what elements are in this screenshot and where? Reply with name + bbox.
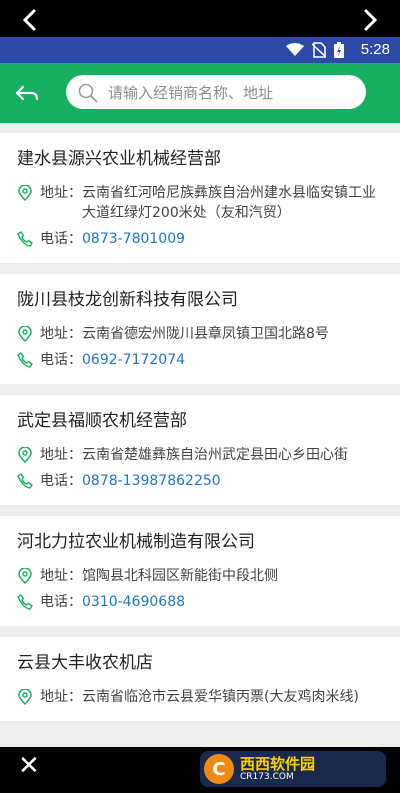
phone-row: 电话： 0692-7172074 <box>17 350 384 370</box>
dealer-name: 武定县福顺农机经营部 <box>17 411 187 431</box>
dealer-card[interactable]: 云县大丰收农机店 地址： 云南省临沧市云县爱华镇丙票(大友鸡肉米线) <box>0 637 400 721</box>
dealer-list: 建水县源兴农业机械经营部 地址： 云南省红河哈尼族彝族自治州建水县临安镇工业大道… <box>0 133 400 732</box>
phone-icon <box>17 473 33 489</box>
phone-icon <box>17 594 33 610</box>
dealer-name: 建水县源兴农业机械经营部 <box>17 149 221 169</box>
no-sim-icon <box>312 42 326 58</box>
location-pin-icon <box>18 689 32 705</box>
address-label: 地址： <box>40 185 82 201</box>
location-pin-icon <box>18 447 32 463</box>
next-arrow-icon[interactable] <box>358 8 382 32</box>
back-arrow-icon[interactable] <box>14 81 40 107</box>
address-row: 地址： 馆陶县北科园区新能街中段北侧 <box>17 566 384 586</box>
battery-charging-icon <box>334 42 344 58</box>
status-icons <box>286 42 344 58</box>
address-value: 云南省红河哈尼族彝族自治州建水县临安镇工业大道红绿灯200米处（友和汽贸） <box>82 185 376 221</box>
phone-link[interactable]: 0878-13987862250 <box>82 471 221 491</box>
location-pin-icon <box>18 568 32 584</box>
address-label: 地址： <box>40 568 82 584</box>
address-value: 云南省德宏州陇川县章凤镇卫国北路8号 <box>82 326 329 342</box>
dealer-card[interactable]: 陇川县枝龙创新科技有限公司 地址： 云南省德宏州陇川县章凤镇卫国北路8号 电话：… <box>0 274 400 384</box>
top-overlay-bar <box>0 0 400 37</box>
previous-arrow-icon[interactable] <box>18 8 42 32</box>
phone-row: 电话： 0873-7801009 <box>17 229 384 249</box>
address-value: 馆陶县北科园区新能街中段北侧 <box>82 568 278 584</box>
phone-icon <box>17 231 33 247</box>
dealer-name: 河北力拉农业机械制造有限公司 <box>17 532 255 552</box>
phone-label: 电话： <box>40 473 82 489</box>
location-pin-icon <box>18 326 32 342</box>
phone-link[interactable]: 0692-7172074 <box>82 350 185 370</box>
dealer-card[interactable]: 武定县福顺农机经营部 地址： 云南省楚雄彝族自治州武定县田心乡田心街 电话： 0… <box>0 395 400 505</box>
status-time: 5:28 <box>360 41 390 58</box>
watermark-text-block: 西西软件园 CR173.COM <box>240 756 315 782</box>
phone-label: 电话： <box>40 594 82 610</box>
phone-label: 电话： <box>40 231 82 247</box>
dealer-name: 陇川县枝龙创新科技有限公司 <box>17 290 238 310</box>
app-header <box>0 63 400 123</box>
address-value: 云南省楚雄彝族自治州武定县田心乡田心街 <box>82 447 348 463</box>
address-label: 地址： <box>40 689 82 705</box>
dealer-card[interactable]: 建水县源兴农业机械经营部 地址： 云南省红河哈尼族彝族自治州建水县临安镇工业大道… <box>0 133 400 263</box>
watermark-emblem: C <box>204 754 234 784</box>
phone-row: 电话： 0310-4690688 <box>17 592 384 612</box>
search-box[interactable] <box>66 75 366 111</box>
address-row: 地址： 云南省临沧市云县爱华镇丙票(大友鸡肉米线) <box>17 687 384 707</box>
watermark-subtext: CR173.COM <box>240 772 294 782</box>
close-icon[interactable]: ✕ <box>18 751 40 781</box>
dealer-card[interactable]: 河北力拉农业机械制造有限公司 地址： 馆陶县北科园区新能街中段北侧 电话： 03… <box>0 516 400 626</box>
address-row: 地址： 云南省红河哈尼族彝族自治州建水县临安镇工业大道红绿灯200米处（友和汽贸… <box>17 183 384 223</box>
location-pin-icon <box>18 185 32 201</box>
search-icon <box>78 83 98 103</box>
phone-icon <box>17 352 33 368</box>
address-label: 地址： <box>40 447 82 463</box>
watermark-text: 西西软件园 <box>240 755 316 773</box>
address-row: 地址： 云南省楚雄彝族自治州武定县田心乡田心街 <box>17 445 384 465</box>
phone-link[interactable]: 0873-7801009 <box>82 229 185 249</box>
address-label: 地址： <box>40 326 82 342</box>
address-row: 地址： 云南省德宏州陇川县章凤镇卫国北路8号 <box>17 324 384 344</box>
dealer-name: 云县大丰收农机店 <box>17 653 153 673</box>
phone-label: 电话： <box>40 352 82 368</box>
address-value: 云南省临沧市云县爱华镇丙票(大友鸡肉米线) <box>82 689 359 705</box>
status-bar: 5:28 <box>0 37 400 63</box>
search-input[interactable] <box>106 75 360 111</box>
wifi-icon <box>286 43 304 56</box>
phone-row: 电话： 0878-13987862250 <box>17 471 384 491</box>
watermark-logo: C 西西软件园 CR173.COM <box>200 751 386 787</box>
bottom-overlay-bar: ✕ C 西西软件园 CR173.COM <box>0 747 400 793</box>
phone-link[interactable]: 0310-4690688 <box>82 592 185 612</box>
